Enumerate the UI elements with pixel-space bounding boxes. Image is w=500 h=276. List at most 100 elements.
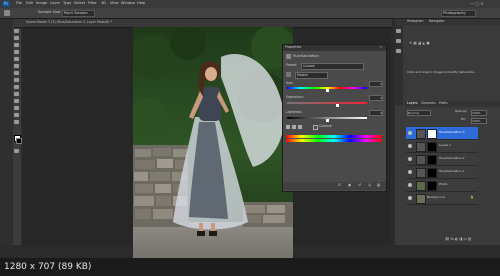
blend-mode-select[interactable]: Normal xyxy=(407,110,431,116)
hue-slider-thumb[interactable] xyxy=(326,89,329,92)
image-size-caption: 1280 x 707 (89 KB) xyxy=(4,262,92,272)
background-thumb xyxy=(416,194,426,204)
eyedropper-icon[interactable] xyxy=(14,57,19,61)
panel-name: Hue/Saturation xyxy=(293,54,319,58)
workspace-select[interactable]: Photography xyxy=(441,10,476,17)
eyedropper-minus-icon[interactable] xyxy=(298,125,302,129)
visibility-eye-icon[interactable] xyxy=(408,144,412,148)
visibility-eye-icon[interactable] xyxy=(408,196,412,200)
visibility-eye-icon[interactable] xyxy=(408,183,412,187)
menu-image[interactable]: Image xyxy=(36,1,47,6)
visibility-icon[interactable]: ◎ xyxy=(368,183,371,188)
eraser-tool-icon[interactable] xyxy=(14,92,19,96)
clone-stamp-icon[interactable] xyxy=(14,78,19,82)
reset-icon[interactable]: ↺ xyxy=(358,183,361,188)
colorize-checkbox[interactable] xyxy=(313,125,318,130)
layer-mask-thumb[interactable] xyxy=(427,168,437,178)
type-tool-icon[interactable] xyxy=(14,120,19,124)
hue-saturation-icon xyxy=(286,54,291,59)
eyedropper-tool-icon[interactable] xyxy=(4,10,10,16)
adjustments-icon[interactable] xyxy=(396,39,401,43)
lightness-label: Lightness: xyxy=(286,110,303,114)
sample-size-label: Sample Size: xyxy=(38,10,62,14)
gradient-tool-icon[interactable] xyxy=(14,99,19,103)
left-dock xyxy=(0,19,13,245)
layer-mask-thumb[interactable] xyxy=(427,142,437,152)
history-brush-icon[interactable] xyxy=(14,85,19,89)
layer-row[interactable]: Hue/Saturation 3 xyxy=(406,127,478,140)
properties-footer: ⊡ ◉ ↺ ◎ ▥ xyxy=(283,182,386,190)
window-controls[interactable]: — ▢ ✕ xyxy=(470,1,484,6)
brush-tool-icon[interactable] xyxy=(14,71,19,75)
quick-select-tool-icon[interactable] xyxy=(14,43,19,47)
menu-select[interactable]: Select xyxy=(74,1,85,6)
channel-select[interactable]: Master xyxy=(295,72,328,79)
opacity-field[interactable]: 100% xyxy=(471,110,487,116)
paths-tab[interactable]: Paths xyxy=(439,101,448,106)
hue-value[interactable]: 0 xyxy=(369,81,383,87)
histogram-tab[interactable]: Histogram xyxy=(407,19,424,24)
clip-to-layer-icon[interactable]: ⊡ xyxy=(338,183,341,188)
saturation-value[interactable]: 0 xyxy=(369,95,383,101)
layer-mask-thumb[interactable] xyxy=(427,181,437,191)
layer-row[interactable]: Background 🔒 xyxy=(406,192,478,205)
preset-select[interactable]: Custom xyxy=(301,63,364,70)
color-range-bar-bottom[interactable] xyxy=(286,139,382,142)
crop-tool-icon[interactable] xyxy=(14,50,19,54)
visibility-eye-icon[interactable] xyxy=(408,157,412,161)
layer-mask-thumb[interactable] xyxy=(427,129,437,139)
channels-tab[interactable]: Channels xyxy=(421,101,436,106)
fill-field[interactable]: 100% xyxy=(471,118,487,124)
layers-tab[interactable]: Layers xyxy=(407,101,418,106)
lightness-value[interactable]: 0 xyxy=(369,110,383,116)
pen-tool-icon[interactable] xyxy=(14,113,19,117)
visibility-eye-icon[interactable] xyxy=(408,131,412,135)
navigator-tab[interactable]: Navigator xyxy=(429,19,445,24)
menu-view[interactable]: View xyxy=(110,1,119,6)
properties-tab[interactable]: Properties xyxy=(285,45,301,50)
histogram-panel-header: Histogram Navigator xyxy=(395,19,500,25)
hue-label: Hue: xyxy=(286,81,294,85)
history-icon[interactable] xyxy=(396,29,401,33)
menu-file[interactable]: File xyxy=(16,1,22,6)
properties-panel: Properties » Hue/Saturation Preset: Cust… xyxy=(282,44,387,192)
menu-3d[interactable]: 3D xyxy=(101,1,106,6)
menu-type[interactable]: Type xyxy=(63,1,71,6)
properties-icon[interactable] xyxy=(396,49,401,53)
menu-edit[interactable]: Edit xyxy=(26,1,33,6)
eyedropper-plus-icon[interactable] xyxy=(292,125,296,129)
lightness-slider-thumb[interactable] xyxy=(326,119,329,122)
quick-mask-icon[interactable] xyxy=(14,149,19,153)
sample-size-select[interactable]: Point Sample xyxy=(62,10,95,17)
target-adjust-icon[interactable] xyxy=(286,72,291,77)
layer-row[interactable]: Levels 1 xyxy=(406,140,478,153)
view-previous-icon[interactable]: ◉ xyxy=(348,183,351,188)
tools-panel xyxy=(13,19,22,245)
layer-name: Hue/Saturation 2 xyxy=(439,156,465,160)
close-icon[interactable]: » xyxy=(380,45,382,50)
menu-help[interactable]: Help xyxy=(137,1,145,6)
eyedropper-icon[interactable] xyxy=(286,125,290,129)
saturation-slider-thumb[interactable] xyxy=(336,104,339,107)
marquee-tool-icon[interactable] xyxy=(14,29,19,33)
document-photo[interactable] xyxy=(133,27,293,271)
menu-window[interactable]: Window xyxy=(121,1,135,6)
dodge-tool-icon[interactable] xyxy=(14,106,19,110)
layer-row[interactable]: Hue/Saturation 2 xyxy=(406,153,478,166)
lasso-tool-icon[interactable] xyxy=(14,36,19,40)
document-tab[interactable]: Vyana Maziel 3 (3) (Hue/Saturation 3, La… xyxy=(26,20,112,25)
menu-layer[interactable]: Layer xyxy=(50,1,60,6)
delete-icon[interactable]: ▥ xyxy=(377,183,380,188)
saturation-slider[interactable] xyxy=(287,102,367,104)
background-color-swatch[interactable] xyxy=(16,138,22,144)
healing-brush-icon[interactable] xyxy=(14,64,19,68)
layers-toolbar: Normal Opacity: 100% Fill: 100% xyxy=(405,108,500,126)
options-bar: Sample Size: Point Sample Photography xyxy=(0,8,500,19)
layers-footer-icons[interactable]: ⛓ fx ◐ ◨ ▭ ▥ xyxy=(445,237,471,242)
layer-row[interactable]: Photo xyxy=(406,179,478,192)
layer-row[interactable]: Hue/Saturation 1 xyxy=(406,166,478,179)
layer-mask-thumb[interactable] xyxy=(427,155,437,165)
menu-filter[interactable]: Filter xyxy=(88,1,97,6)
visibility-eye-icon[interactable] xyxy=(408,170,412,174)
adjustment-thumb-icon xyxy=(416,168,426,178)
